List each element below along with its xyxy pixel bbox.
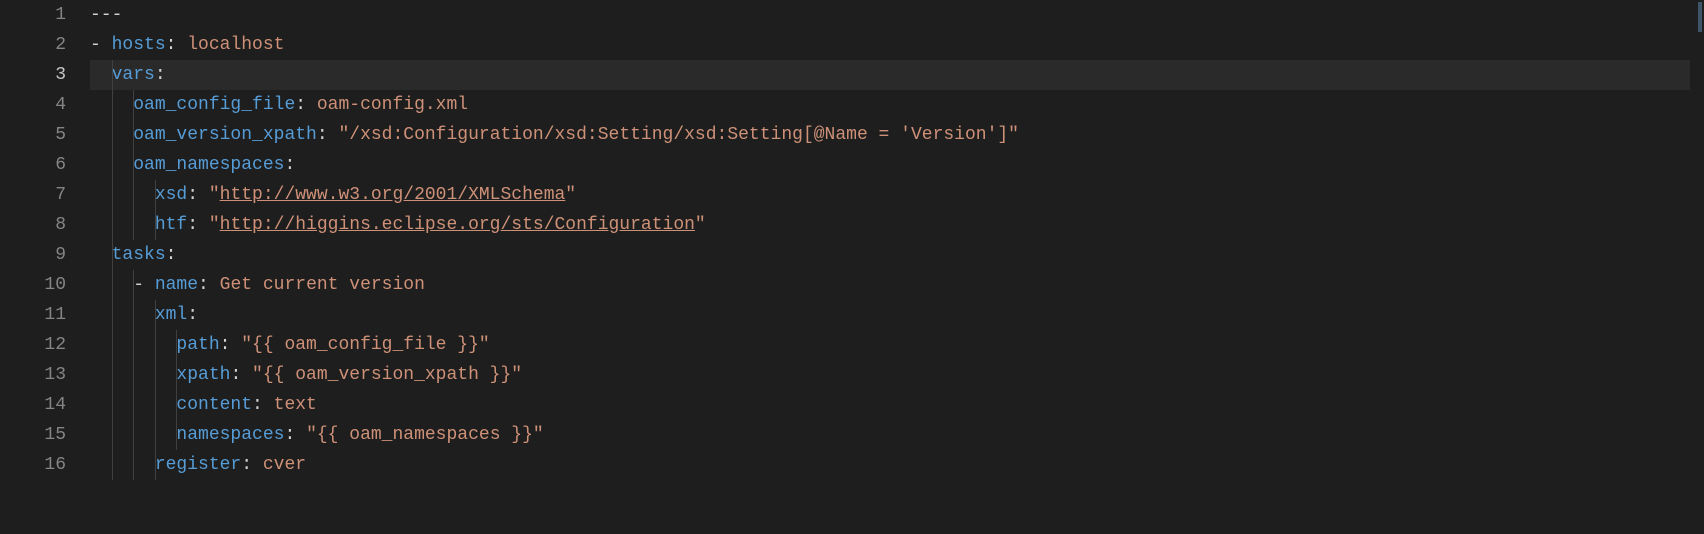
indent-guide — [112, 60, 113, 90]
indent-guide — [112, 150, 113, 180]
code-text: --- — [90, 5, 122, 25]
code-area[interactable]: --- - hosts: localhost vars: oam_config_f… — [90, 0, 1704, 534]
indent-guide — [176, 420, 177, 450]
line-number: 4 — [0, 90, 66, 120]
code-line[interactable]: path: "{{ oam_config_file }}" — [90, 330, 1704, 360]
indent-guide — [176, 330, 177, 360]
indent-guide — [133, 120, 134, 150]
code-text: oam_config_file: oam-config.xml — [90, 95, 468, 115]
code-text: namespaces: "{{ oam_namespaces }}" — [90, 425, 544, 445]
indent-guide — [133, 420, 134, 450]
indent-guide — [133, 300, 134, 330]
line-number: 16 — [0, 450, 66, 480]
indent-guide — [112, 240, 113, 270]
line-number: 7 — [0, 180, 66, 210]
code-line[interactable]: --- — [90, 0, 1704, 30]
code-line[interactable]: - hosts: localhost — [90, 30, 1704, 60]
indent-guide — [176, 390, 177, 420]
indent-guide — [155, 330, 156, 360]
indent-guide — [112, 420, 113, 450]
line-number: 13 — [0, 360, 66, 390]
code-text: register: cver — [90, 455, 306, 475]
indent-guide — [155, 360, 156, 390]
code-text: tasks: — [90, 245, 176, 265]
code-line[interactable]: xsd: "http://www.w3.org/2001/XMLSchema" — [90, 180, 1704, 210]
url-link[interactable]: http://higgins.eclipse.org/sts/Configura… — [220, 215, 695, 235]
line-number: 2 — [0, 30, 66, 60]
indent-guide — [112, 300, 113, 330]
code-text: oam_version_xpath: "/xsd:Configuration/x… — [90, 125, 1019, 145]
line-number-gutter: 12345678910111213141516 — [0, 0, 90, 534]
url-link[interactable]: http://www.w3.org/2001/XMLSchema — [220, 185, 566, 205]
code-line[interactable]: content: text — [90, 390, 1704, 420]
code-line[interactable]: xml: — [90, 300, 1704, 330]
code-text: - name: Get current version — [90, 275, 425, 295]
indent-guide — [133, 330, 134, 360]
minimap-highlight — [1698, 2, 1702, 32]
line-number: 14 — [0, 390, 66, 420]
code-line[interactable]: oam_version_xpath: "/xsd:Configuration/x… — [90, 120, 1704, 150]
indent-guide — [176, 360, 177, 390]
code-line[interactable]: vars: — [90, 60, 1704, 90]
code-text: content: text — [90, 395, 317, 415]
line-number: 5 — [0, 120, 66, 150]
code-text: xsd: "http://www.w3.org/2001/XMLSchema" — [90, 185, 576, 205]
indent-guide — [112, 270, 113, 300]
line-number: 12 — [0, 330, 66, 360]
indent-guide — [133, 390, 134, 420]
code-text: htf: "http://higgins.eclipse.org/sts/Con… — [90, 215, 706, 235]
code-line[interactable]: oam_namespaces: — [90, 150, 1704, 180]
line-number: 8 — [0, 210, 66, 240]
line-number: 10 — [0, 270, 66, 300]
code-text: xml: — [90, 305, 198, 325]
indent-guide — [112, 450, 113, 480]
indent-guide — [155, 180, 156, 210]
code-line[interactable]: namespaces: "{{ oam_namespaces }}" — [90, 420, 1704, 450]
indent-guide — [112, 120, 113, 150]
indent-guide — [133, 210, 134, 240]
code-text: path: "{{ oam_config_file }}" — [90, 335, 490, 355]
line-number: 9 — [0, 240, 66, 270]
indent-guide — [133, 180, 134, 210]
indent-guide — [112, 90, 113, 120]
indent-guide — [155, 390, 156, 420]
line-number: 1 — [0, 0, 66, 30]
line-number: 11 — [0, 300, 66, 330]
indent-guide — [133, 150, 134, 180]
code-text: oam_namespaces: — [90, 155, 295, 175]
minimap[interactable] — [1690, 0, 1704, 534]
code-line[interactable]: oam_config_file: oam-config.xml — [90, 90, 1704, 120]
line-number: 6 — [0, 150, 66, 180]
indent-guide — [155, 210, 156, 240]
code-editor[interactable]: 12345678910111213141516 ---- hosts: loca… — [0, 0, 1704, 534]
indent-guide — [112, 210, 113, 240]
indent-guide — [112, 360, 113, 390]
indent-guide — [112, 180, 113, 210]
line-number: 15 — [0, 420, 66, 450]
code-line[interactable]: register: cver — [90, 450, 1704, 480]
code-line[interactable]: htf: "http://higgins.eclipse.org/sts/Con… — [90, 210, 1704, 240]
indent-guide — [155, 420, 156, 450]
indent-guide — [112, 330, 113, 360]
indent-guide — [133, 90, 134, 120]
code-line[interactable]: - name: Get current version — [90, 270, 1704, 300]
indent-guide — [112, 390, 113, 420]
indent-guide — [133, 360, 134, 390]
code-text: - hosts: localhost — [90, 35, 284, 55]
indent-guide — [155, 450, 156, 480]
indent-guide — [155, 300, 156, 330]
line-number: 3 — [0, 60, 66, 90]
code-line[interactable]: xpath: "{{ oam_version_xpath }}" — [90, 360, 1704, 390]
indent-guide — [133, 270, 134, 300]
code-text: vars: — [90, 65, 166, 85]
code-line[interactable]: tasks: — [90, 240, 1704, 270]
indent-guide — [133, 450, 134, 480]
